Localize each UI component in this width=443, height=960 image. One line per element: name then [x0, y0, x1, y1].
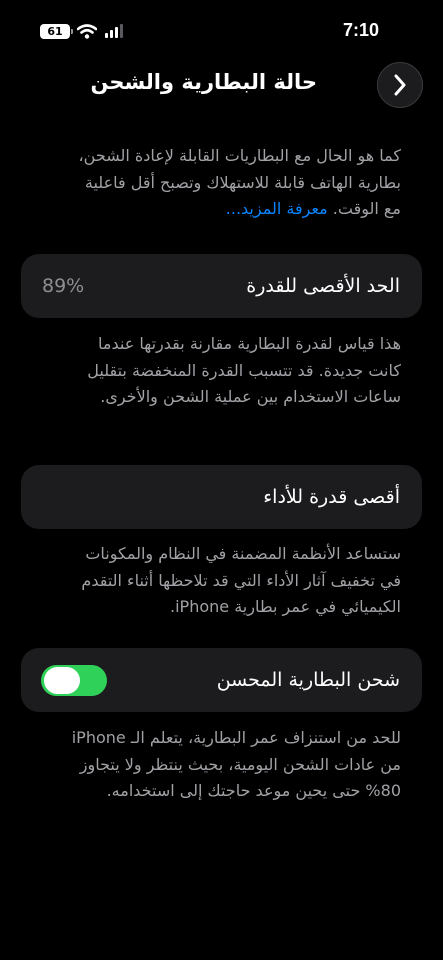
- page-title: حالة البطارية والشحن: [90, 70, 317, 94]
- max-capacity-description: هذا قياس لقدرة البطارية مقارنة بقدرتها ع…: [87, 334, 401, 406]
- wifi-icon: [77, 23, 97, 39]
- max-capacity-value: 89%: [42, 275, 85, 297]
- learn-more-link[interactable]: معرفة المزيد...: [226, 199, 328, 218]
- peak-performance-row[interactable]: أقصى قدرة للأداء: [21, 465, 422, 529]
- optimized-charging-toggle[interactable]: [41, 665, 107, 696]
- navigation-bar: حالة البطارية والشحن: [0, 58, 443, 110]
- battery-percent: 61: [47, 24, 63, 38]
- back-button[interactable]: [377, 62, 423, 108]
- optimized-charging-description: للحد من استنزاف عمر البطارية، يتعلم الـ …: [71, 728, 401, 800]
- status-time: 7:10: [342, 20, 379, 40]
- battery-icon: 61: [40, 23, 73, 39]
- max-capacity-row: الحد الأقصى للقدرة 89%: [21, 254, 422, 318]
- chevron-right-icon: [394, 74, 406, 96]
- status-bar: 61 7:10: [0, 0, 443, 58]
- peak-performance-description: ستساعد الأنظمة المضمنة في النظام والمكون…: [81, 544, 401, 616]
- status-icons: 61: [40, 22, 124, 40]
- optimized-charging-label: شحن البطارية المحسن: [216, 669, 400, 691]
- toggle-knob: [44, 667, 80, 694]
- peak-performance-label: أقصى قدرة للأداء: [263, 486, 400, 508]
- optimized-charging-row: شحن البطارية المحسن: [21, 648, 422, 712]
- cellular-signal-icon: [105, 24, 123, 38]
- max-capacity-label: الحد الأقصى للقدرة: [246, 275, 400, 297]
- intro-description: كما هو الحال مع البطاريات القابلة لإعادة…: [71, 143, 401, 223]
